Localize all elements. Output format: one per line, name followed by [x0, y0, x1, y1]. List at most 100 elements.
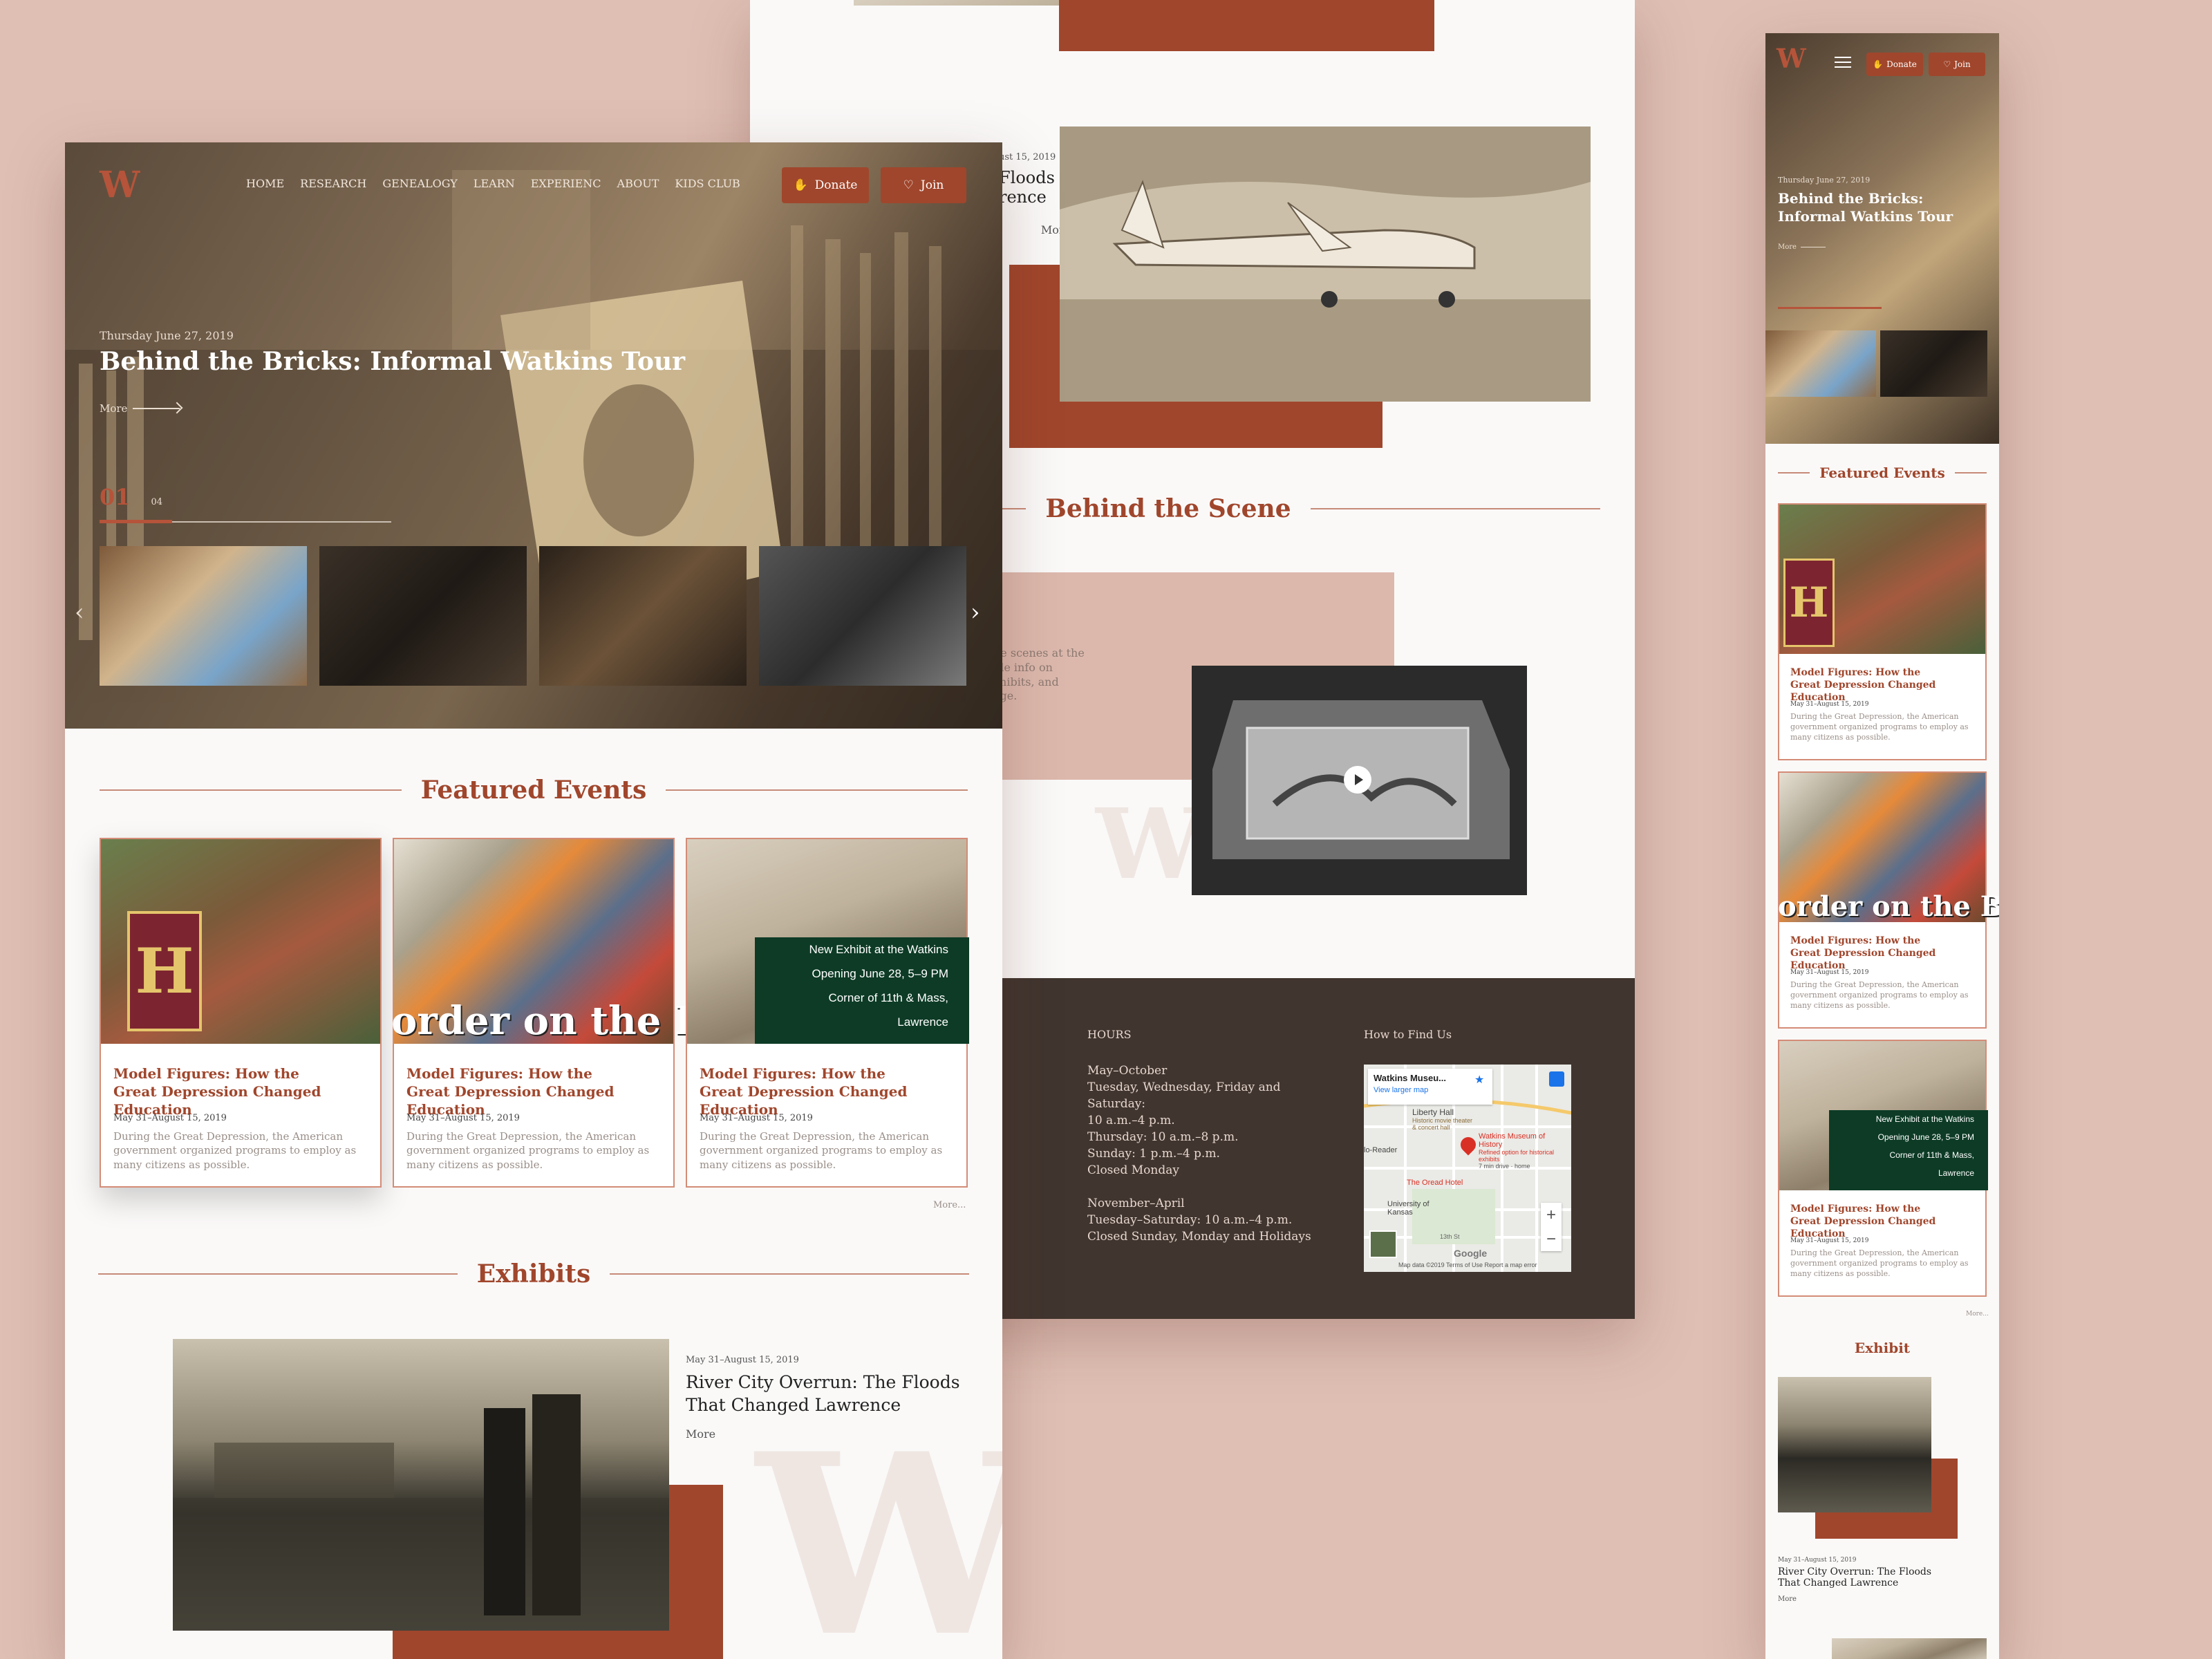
- map-satellite-thumb[interactable]: [1369, 1230, 1397, 1258]
- mobile-hero-more-label: More: [1778, 243, 1797, 251]
- nav-experience[interactable]: EXPERIENC: [531, 177, 601, 190]
- event-card-desc: During the Great Depression, the America…: [1790, 1248, 1969, 1278]
- mobile-bottom-partial-image: [1832, 1638, 1987, 1659]
- airplane-photo: [1060, 126, 1591, 402]
- mobile-thumb[interactable]: [1765, 330, 1876, 397]
- exhibit-sign: New Exhibit at the Watkins Opening June …: [1829, 1110, 1988, 1190]
- event-card-image: order on the Bor: [1778, 773, 1999, 923]
- map-street-label: 13th St: [1440, 1233, 1460, 1240]
- airplane-icon: [1060, 126, 1591, 402]
- exhibit-sign: New Exhibit at the Watkins Opening June …: [755, 937, 969, 1044]
- map-larger-link[interactable]: View larger map: [1374, 1086, 1487, 1094]
- event-card-date: May 31–August 15, 2019: [1790, 1237, 1869, 1244]
- hero-date: Thursday June 27, 2019: [100, 329, 234, 342]
- mobile-logo-icon[interactable]: W: [1777, 46, 1806, 72]
- nav-kids-club[interactable]: KIDS CLUB: [675, 177, 740, 190]
- mobile-featured-heading: Featured Events: [1778, 465, 1987, 481]
- map-oread-label: The Oread Hotel: [1407, 1179, 1463, 1187]
- featured-events-heading: Featured Events: [100, 776, 968, 805]
- hours-line: Closed Sunday, Monday and Holidays: [1087, 1230, 1311, 1244]
- nav-home[interactable]: HOME: [246, 177, 284, 190]
- location-map[interactable]: Watkins Museu... View larger map ★ Liber…: [1364, 1065, 1571, 1272]
- mobile-event-card[interactable]: New Exhibit at the Watkins Opening June …: [1778, 1040, 1988, 1297]
- donate-button[interactable]: ✋ Donate: [782, 167, 869, 203]
- mobile-hero-more[interactable]: More: [1778, 243, 1826, 251]
- exhibit-more-link[interactable]: More: [686, 1427, 976, 1441]
- exhibit-info: May 31–August 15, 2019 River City Overru…: [686, 1355, 976, 1441]
- mobile-exhibit-title-1: River City Overrun: The Floods: [1778, 1566, 1932, 1577]
- behind-text-4: age.: [993, 689, 1018, 703]
- map-zoom-control[interactable]: + −: [1541, 1203, 1562, 1251]
- mobile-donate-button[interactable]: ✋ Donate: [1866, 53, 1923, 76]
- slide-current: 01: [100, 484, 131, 510]
- hours-line: Tuesday, Wednesday, Friday and: [1087, 1080, 1281, 1094]
- event-card-image: New Exhibit at the Watkins Opening June …: [1779, 1041, 1988, 1190]
- donate-label: Donate: [814, 178, 858, 192]
- hero-thumbnail[interactable]: [539, 546, 747, 686]
- sign-line: New Exhibit at the Watkins: [809, 943, 948, 956]
- exhibit-title-1: River City Overrun: The Floods: [686, 1372, 960, 1392]
- mobile-events-more-link[interactable]: More...: [1966, 1311, 1989, 1318]
- exhibits-title: Exhibits: [476, 1259, 591, 1288]
- hero-thumbnail[interactable]: [759, 546, 966, 686]
- mobile-event-card[interactable]: H Model Figures: How the Great Depressio…: [1778, 503, 1987, 760]
- zoom-out-icon[interactable]: −: [1541, 1227, 1562, 1251]
- map-museum-sub: Refined option for historical exhibits: [1479, 1149, 1555, 1163]
- mobile-exhibit-more[interactable]: More: [1778, 1595, 1985, 1603]
- sign-line: New Exhibit at the Watkins: [1875, 1114, 1974, 1124]
- nav-research[interactable]: RESEARCH: [300, 177, 366, 190]
- map-streetview-icon[interactable]: [1549, 1071, 1564, 1087]
- mobile-join-button[interactable]: ♡ Join: [1929, 53, 1985, 76]
- hero-thumbnail[interactable]: [100, 546, 307, 686]
- event-card[interactable]: New Exhibit at the Watkins Opening June …: [686, 838, 969, 1188]
- exhibit-date: May 31–August 15, 2019: [686, 1355, 799, 1365]
- zoom-in-icon[interactable]: +: [1541, 1203, 1562, 1227]
- site-logo[interactable]: W: [100, 167, 140, 203]
- event-card[interactable]: order on the Bor Model Figures: How the …: [391, 838, 753, 1188]
- hours-line: May–October: [1087, 1064, 1168, 1078]
- event-card-date: May 31–August 15, 2019: [406, 1113, 520, 1123]
- join-label: Join: [920, 178, 944, 192]
- nav-learn[interactable]: LEARN: [474, 177, 515, 190]
- hero-more-label: More: [100, 402, 128, 415]
- map-reader-label: lo-Reader: [1364, 1146, 1398, 1154]
- map-directions-icon[interactable]: ★: [1474, 1073, 1484, 1087]
- event-title-line: Model Figures: How the: [1790, 667, 1921, 678]
- donate-hand-icon: ✋: [793, 178, 808, 192]
- map-liberty-label: Liberty Hall Historic movie theater & co…: [1412, 1107, 1474, 1131]
- sign-line: Lawrence: [1938, 1168, 1974, 1178]
- nav-about[interactable]: ABOUT: [617, 177, 659, 190]
- mobile-thumb[interactable]: [1880, 330, 1987, 397]
- watermark-logo-middle: W: [1096, 788, 1205, 901]
- map-museum-label: Watkins Museum of History Refined option…: [1479, 1132, 1568, 1170]
- hero-thumbnail[interactable]: [319, 546, 527, 686]
- mobile-donate-label: Donate: [1886, 59, 1917, 69]
- find-us-label: How to Find Us: [1364, 1028, 1452, 1041]
- join-button[interactable]: ♡ Join: [881, 167, 966, 203]
- behind-text-3: xhibits, and: [993, 675, 1059, 688]
- event-card-title: Model Figures: How the Great Depression …: [1790, 935, 1985, 973]
- hamburger-menu-icon[interactable]: [1835, 57, 1851, 68]
- map-place-card[interactable]: Watkins Museu... View larger map: [1368, 1069, 1492, 1105]
- play-button-icon[interactable]: [1344, 766, 1371, 794]
- mobile-hero-date: Thursday June 27, 2019: [1778, 176, 1871, 185]
- thumb-next-icon[interactable]: ›: [971, 599, 980, 626]
- event-card-date: May 31–August 15, 2019: [1790, 969, 1869, 976]
- nav-genealogy[interactable]: GENEALOGY: [382, 177, 458, 190]
- featured-events-title: Featured Events: [420, 776, 647, 805]
- event-card-image: H: [101, 839, 380, 1044]
- map-drive-time: 7 min drive · home: [1479, 1163, 1530, 1170]
- behind-scene-video[interactable]: [1192, 666, 1527, 895]
- thumb-prev-icon[interactable]: ‹: [75, 599, 84, 626]
- mobile-event-card[interactable]: order on the Bor Model Figures: How the …: [1778, 771, 1999, 1029]
- mobile-exhibit-photo: [1778, 1377, 1931, 1512]
- behind-scene-text: ne scenes at the ide info on xhibits, an…: [993, 646, 1085, 704]
- event-card[interactable]: H Model Figures: How the Great Depressio…: [100, 838, 382, 1188]
- events-more-link[interactable]: More...: [933, 1200, 966, 1210]
- event-banner-text: order on the Bor: [1778, 890, 1999, 923]
- map-footer: Map data ©2019 Terms of Use Report a map…: [1398, 1262, 1537, 1268]
- hero-more-link[interactable]: More: [100, 402, 183, 415]
- sign-line: Lawrence: [897, 1015, 948, 1029]
- behind-text-1: ne scenes at the: [993, 646, 1085, 659]
- mobile-exhibit-date: May 31–August 15, 2019: [1778, 1557, 1857, 1564]
